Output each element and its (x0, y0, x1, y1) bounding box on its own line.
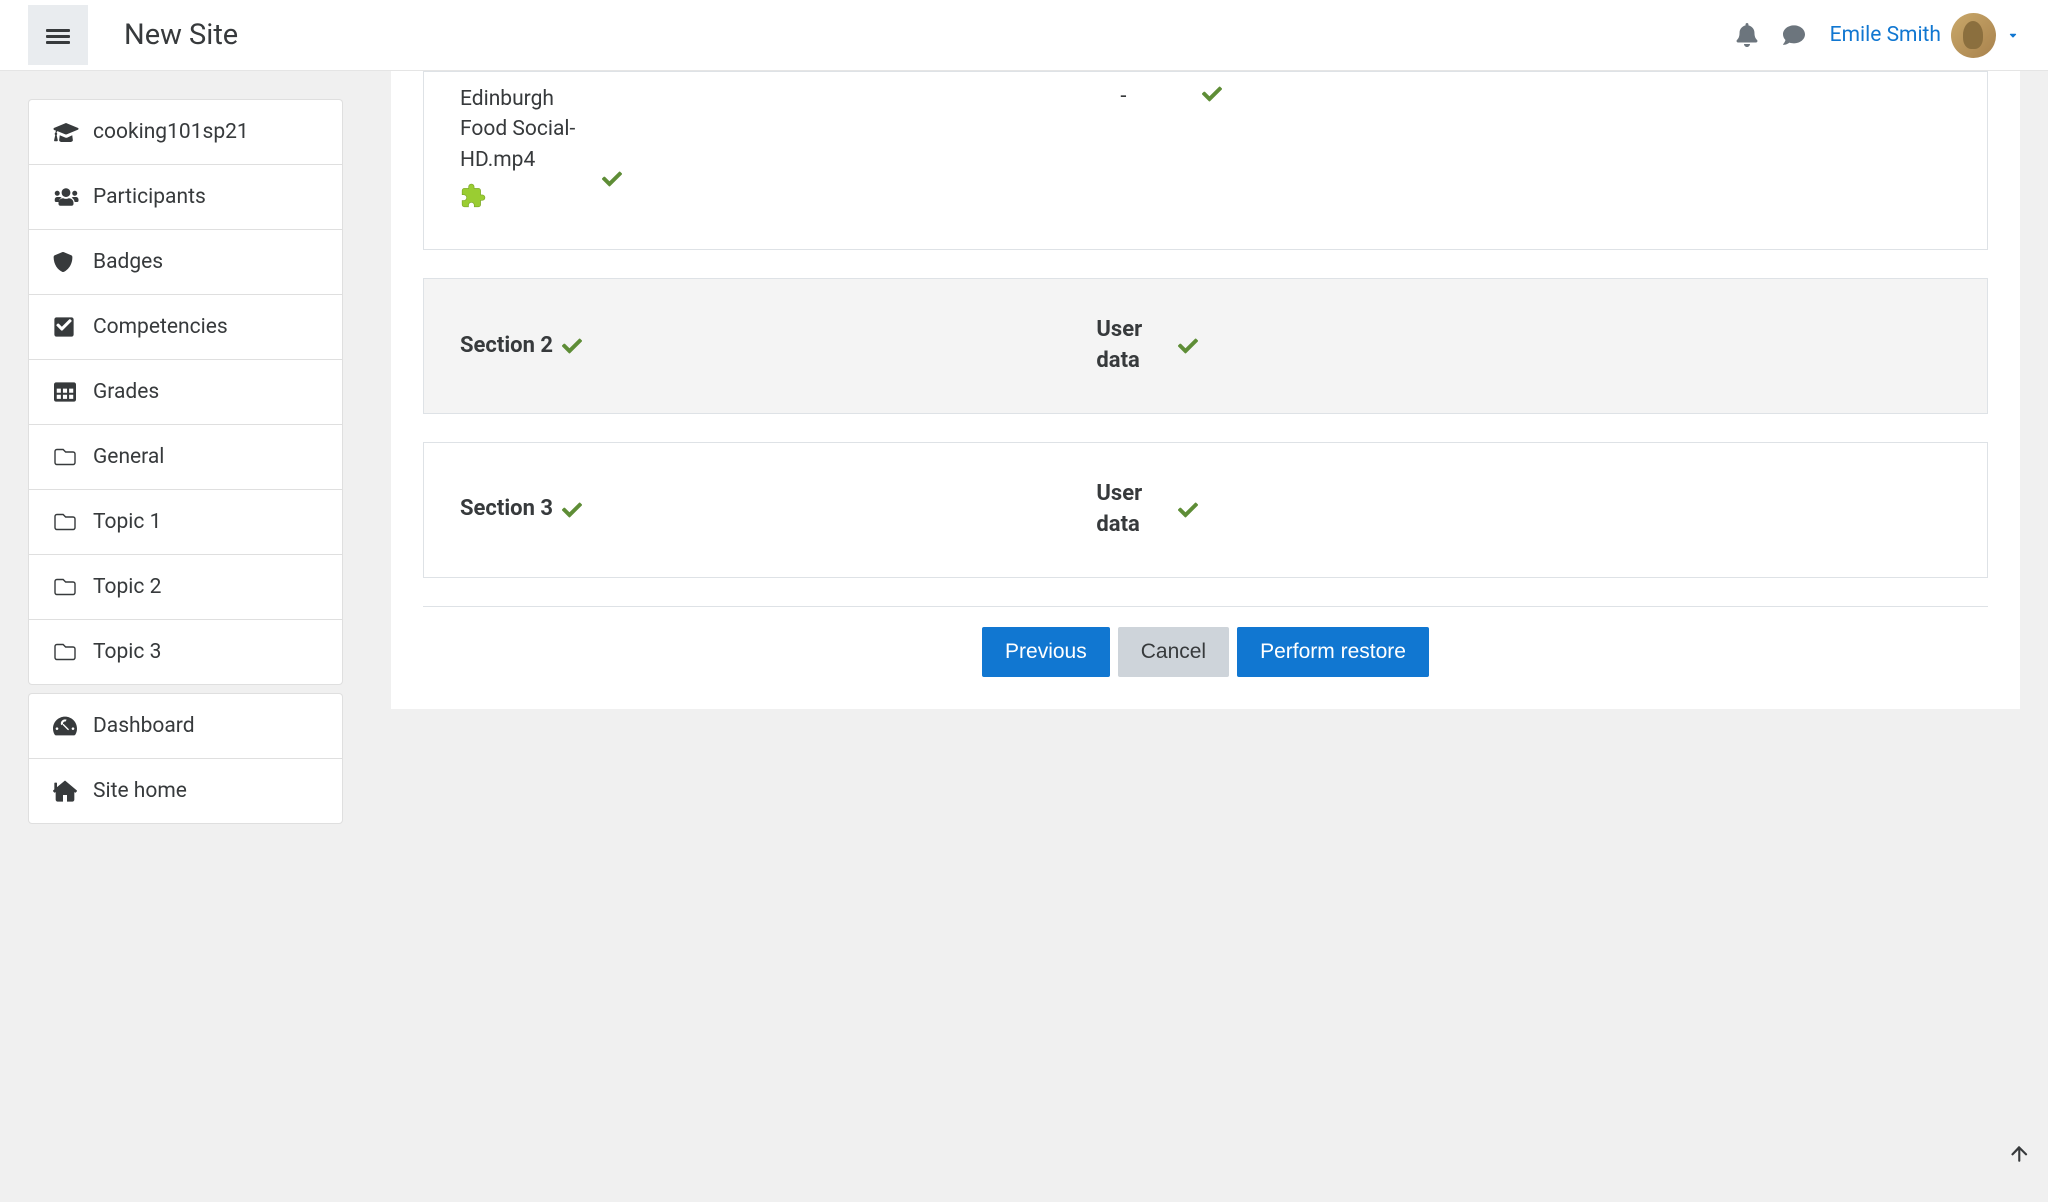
activity-title: Edinburgh Food Social-HD.mp4 (460, 84, 600, 175)
check-icon (560, 336, 620, 356)
sidebar-item-label: Competencies (93, 315, 228, 339)
check-icon (1176, 336, 1236, 356)
check-icon (560, 500, 620, 520)
hamburger-icon (46, 26, 70, 44)
shield-icon (53, 250, 79, 274)
sidebar-item-badges[interactable]: Badges (29, 230, 342, 295)
userdata-label: User data (1096, 315, 1176, 377)
restore-section-item: Edinburgh Food Social-HD.mp4 - (423, 71, 1988, 250)
home-icon (53, 780, 79, 802)
arrow-up-icon (2009, 1142, 2029, 1162)
nav-drawer: cooking101sp21 Participants Badges Competen… (0, 71, 371, 1202)
restore-section-box: Section 2 User data (423, 278, 1988, 414)
sidebar-item-topic-1[interactable]: Topic 1 (29, 490, 342, 555)
sidebar-item-label: Badges (93, 250, 163, 274)
perform-restore-button[interactable]: Perform restore (1237, 627, 1429, 677)
sidebar-item-label: General (93, 445, 164, 469)
check-icon (600, 169, 660, 189)
sidebar-item-label: Participants (93, 185, 206, 209)
sidebar-item-topic-2[interactable]: Topic 2 (29, 555, 342, 620)
sidebar-item-label: Dashboard (93, 714, 195, 738)
messages-icon[interactable] (1782, 24, 1806, 46)
cancel-button[interactable]: Cancel (1118, 627, 1229, 677)
sidebar-block-site: Dashboard Site home (28, 693, 343, 824)
scroll-to-top-button[interactable] (1992, 1122, 2046, 1182)
top-navbar: New Site Emile Smith (0, 0, 2048, 71)
avatar (1951, 13, 1996, 58)
folder-icon (53, 512, 79, 532)
section-label: Section 3 (460, 494, 560, 525)
sidebar-item-label: Topic 2 (93, 575, 161, 599)
section-label: Section 2 (460, 331, 560, 362)
caret-down-icon (2006, 30, 2020, 40)
notifications-icon[interactable] (1736, 23, 1758, 47)
sidebar-item-participants[interactable]: Participants (29, 165, 342, 230)
sidebar-item-cooking101sp21[interactable]: cooking101sp21 (29, 100, 342, 165)
sidebar-block-course: cooking101sp21 Participants Badges Competen… (28, 99, 343, 685)
sidebar-item-competencies[interactable]: Competencies (29, 295, 342, 360)
userinfo-dash: - (1120, 84, 1200, 109)
main-region: Edinburgh Food Social-HD.mp4 - (371, 71, 2048, 1202)
tachometer-icon (53, 715, 79, 737)
check-square-icon (53, 316, 79, 338)
users-icon (53, 187, 79, 207)
sidebar-item-general[interactable]: General (29, 425, 342, 490)
userdata-label: User data (1096, 479, 1176, 541)
folder-icon (53, 577, 79, 597)
divider (423, 606, 1988, 607)
sidebar-item-label: Topic 3 (93, 640, 161, 664)
site-title[interactable]: New Site (124, 18, 238, 52)
user-menu[interactable]: Emile Smith (1830, 13, 2020, 58)
sidebar-item-dashboard[interactable]: Dashboard (29, 694, 342, 759)
sidebar-item-label: Topic 1 (93, 510, 161, 534)
sidebar-item-label: Grades (93, 380, 159, 404)
graduation-cap-icon (53, 122, 79, 142)
previous-button[interactable]: Previous (982, 627, 1110, 677)
check-icon (1200, 84, 1260, 104)
sidebar-item-grades[interactable]: Grades (29, 360, 342, 425)
sidebar-item-label: cooking101sp21 (93, 120, 249, 144)
sidebar-item-topic-3[interactable]: Topic 3 (29, 620, 342, 684)
check-icon (1176, 500, 1236, 520)
action-buttons: Previous Cancel Perform restore (423, 627, 1988, 677)
folder-icon (53, 642, 79, 662)
restore-section-box: Section 3 User data (423, 442, 1988, 578)
sidebar-item-label: Site home (93, 779, 187, 803)
user-name: Emile Smith (1830, 23, 1941, 47)
table-icon (53, 381, 79, 403)
folder-icon (53, 447, 79, 467)
nav-drawer-toggle[interactable] (28, 5, 88, 65)
puzzle-icon (460, 183, 486, 209)
sidebar-item-site-home[interactable]: Site home (29, 759, 342, 823)
